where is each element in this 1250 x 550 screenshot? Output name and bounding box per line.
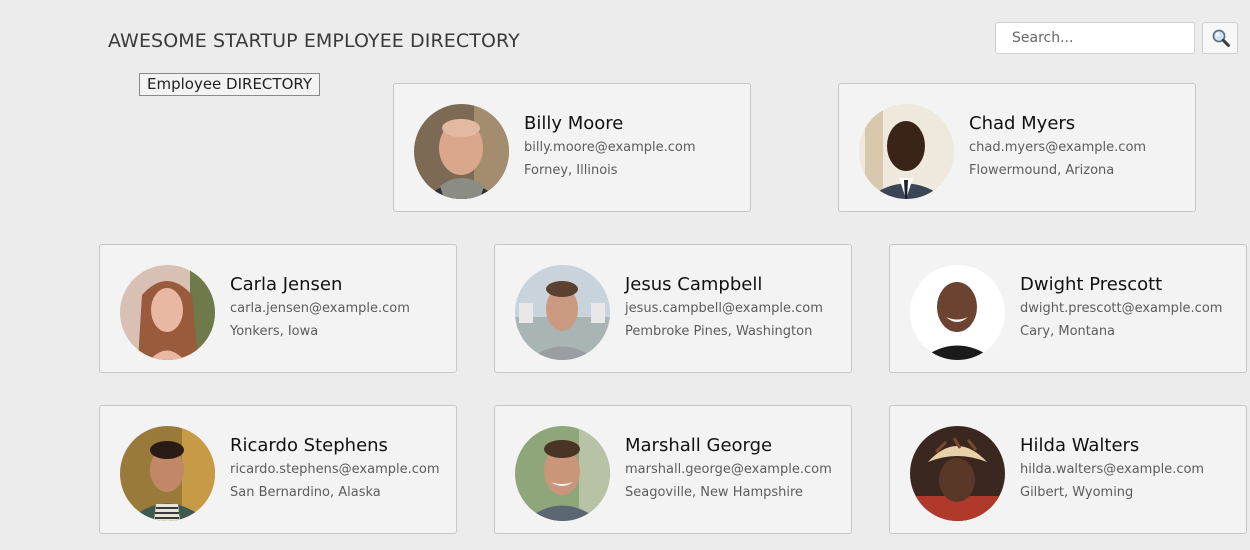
employee-name: Billy Moore [524,113,624,134]
avatar [120,426,215,521]
employee-location: Cary, Montana [1020,324,1116,339]
employee-name: Jesus Campbell [625,274,763,295]
employee-name: Ricardo Stephens [230,435,388,456]
avatar [910,265,1005,360]
employee-location: Yonkers, Iowa [230,324,319,339]
avatar [414,104,509,199]
employee-info: Carla Jensen carla.jensen@example.com Yo… [230,273,410,340]
directory-label: Employee DIRECTORY [139,73,320,96]
page-title: AWESOME STARTUP EMPLOYEE DIRECTORY [108,30,520,52]
employee-location: Forney, Illinois [524,163,618,178]
employee-email: chad.myers@example.com [969,140,1147,155]
employee-name: Marshall George [625,435,773,456]
employee-name: Dwight Prescott [1020,274,1163,295]
employee-email: ricardo.stephens@example.com [230,462,440,477]
employee-card[interactable]: Dwight Prescott dwight.prescott@example.… [889,244,1247,373]
employee-info: Chad Myers chad.myers@example.com Flower… [969,112,1146,179]
search-input[interactable] [995,22,1195,54]
employee-info: Marshall George marshall.george@example.… [625,434,832,501]
employee-name: Chad Myers [969,113,1076,134]
employee-name: Hilda Walters [1020,435,1140,456]
search-icon [1212,29,1230,47]
employee-info: Hilda Walters hilda.walters@example.com … [1020,434,1204,501]
employee-info: Billy Moore billy.moore@example.com Forn… [524,112,696,179]
employee-info: Dwight Prescott dwight.prescott@example.… [1020,273,1222,340]
employee-info: Ricardo Stephens ricardo.stephens@exampl… [230,434,440,501]
avatar [910,426,1005,521]
employee-card[interactable]: Jesus Campbell jesus.campbell@example.co… [494,244,852,373]
employee-email: jesus.campbell@example.com [625,301,823,316]
employee-email: marshall.george@example.com [625,462,832,477]
avatar [120,265,215,360]
avatar [859,104,954,199]
avatar [515,426,610,521]
employee-info: Jesus Campbell jesus.campbell@example.co… [625,273,823,340]
employee-location: Seagoville, New Hampshire [625,485,804,500]
employee-email: billy.moore@example.com [524,140,696,155]
employee-card[interactable]: Carla Jensen carla.jensen@example.com Yo… [99,244,457,373]
avatar [515,265,610,360]
employee-email: carla.jensen@example.com [230,301,410,316]
employee-location: Gilbert, Wyoming [1020,485,1134,500]
employee-location: San Bernardino, Alaska [230,485,381,500]
employee-name: Carla Jensen [230,274,343,295]
employee-card[interactable]: Hilda Walters hilda.walters@example.com … [889,405,1247,534]
employee-location: Pembroke Pines, Washington [625,324,813,339]
search-button[interactable] [1202,22,1238,54]
employee-location: Flowermound, Arizona [969,163,1115,178]
employee-card[interactable]: Ricardo Stephens ricardo.stephens@exampl… [99,405,457,534]
employee-card[interactable]: Marshall George marshall.george@example.… [494,405,852,534]
employee-email: dwight.prescott@example.com [1020,301,1223,316]
employee-email: hilda.walters@example.com [1020,462,1205,477]
employee-card[interactable]: Chad Myers chad.myers@example.com Flower… [838,83,1196,212]
employee-card[interactable]: Billy Moore billy.moore@example.com Forn… [393,83,751,212]
